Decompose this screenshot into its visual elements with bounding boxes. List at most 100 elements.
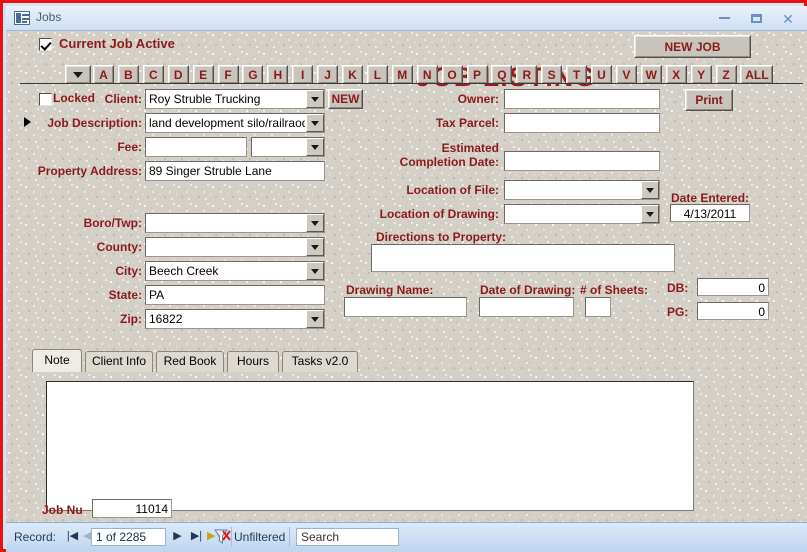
alpha-button-z[interactable]: Z bbox=[715, 65, 737, 84]
owner-input[interactable] bbox=[504, 89, 660, 109]
alpha-button-w[interactable]: W bbox=[640, 65, 662, 84]
chevron-down-icon[interactable] bbox=[641, 181, 659, 199]
alpha-button-label: G bbox=[243, 66, 263, 83]
pg-label: PG: bbox=[667, 305, 689, 319]
chevron-down-icon[interactable] bbox=[306, 262, 324, 280]
job-number-input[interactable]: 11014 bbox=[92, 499, 172, 518]
date-entered-label: Date Entered: bbox=[671, 191, 750, 205]
zip-combo[interactable]: 16822 bbox=[145, 309, 325, 329]
new-job-button[interactable]: NEW JOB bbox=[634, 35, 751, 58]
alpha-button-label: H bbox=[268, 66, 288, 83]
date-of-drawing-input[interactable] bbox=[479, 297, 574, 317]
alpha-button-a[interactable]: A bbox=[93, 65, 114, 84]
property-address-input[interactable]: 89 Singer Struble Lane bbox=[145, 161, 325, 181]
alpha-button-p[interactable]: P bbox=[466, 65, 488, 84]
tax-parcel-input[interactable] bbox=[504, 113, 660, 133]
fee-input[interactable] bbox=[145, 137, 247, 157]
alpha-button-label: U bbox=[592, 66, 611, 83]
db-input[interactable]: 0 bbox=[697, 278, 769, 296]
filter-off-icon[interactable] bbox=[213, 528, 231, 545]
job-description-combo[interactable]: land development silo/railraod tra bbox=[145, 113, 325, 133]
client-combo[interactable]: Roy Struble Trucking bbox=[145, 89, 325, 109]
alpha-button-h[interactable]: H bbox=[267, 65, 289, 84]
alpha-button-all[interactable]: ALL bbox=[740, 65, 774, 84]
alpha-button-s[interactable]: S bbox=[541, 65, 563, 84]
alpha-button-label: R bbox=[517, 66, 537, 83]
alpha-button-k[interactable]: K bbox=[342, 65, 363, 84]
alpha-button-n[interactable]: N bbox=[416, 65, 438, 84]
alpha-button-y[interactable]: Y bbox=[690, 65, 712, 84]
form-datasheet-icon bbox=[14, 11, 30, 25]
new-client-button[interactable]: NEW bbox=[328, 89, 363, 109]
alpha-button-label: V bbox=[616, 66, 636, 83]
alpha-button-d[interactable]: D bbox=[167, 65, 189, 84]
location-of-file-combo[interactable] bbox=[504, 180, 660, 200]
alpha-button-i[interactable]: I bbox=[292, 65, 314, 84]
tab-hours[interactable]: Hours bbox=[227, 351, 279, 372]
search-input[interactable]: Search bbox=[296, 528, 399, 546]
city-combo[interactable]: Beech Creek bbox=[145, 261, 325, 281]
tab-label: Hours bbox=[236, 354, 269, 368]
fee-type-combo[interactable] bbox=[251, 137, 325, 157]
chevron-down-icon[interactable] bbox=[306, 90, 324, 108]
alpha-button-g[interactable]: G bbox=[242, 65, 264, 84]
directions-input[interactable] bbox=[371, 244, 675, 272]
record-position-input[interactable]: 1 of 2285 bbox=[91, 528, 166, 546]
chevron-down-icon[interactable] bbox=[306, 138, 324, 156]
location-of-drawing-combo[interactable] bbox=[504, 204, 660, 224]
alpha-button-l[interactable]: L bbox=[366, 65, 388, 84]
alpha-button-b[interactable]: B bbox=[117, 65, 139, 84]
pg-input[interactable]: 0 bbox=[697, 302, 769, 320]
tab-red-book[interactable]: Red Book bbox=[156, 351, 224, 372]
alpha-button-e[interactable]: E bbox=[192, 65, 214, 84]
form-canvas: Current Job Active JOB LISTING NEW JOB A… bbox=[6, 31, 807, 522]
alpha-button-u[interactable]: U bbox=[591, 65, 612, 84]
maximize-button[interactable] bbox=[743, 10, 769, 28]
print-button[interactable]: Print bbox=[685, 89, 733, 111]
chevron-down-icon[interactable] bbox=[306, 310, 324, 328]
estimated-completion-input[interactable] bbox=[504, 151, 660, 171]
estimated-completion-label-line2: Completion Date: bbox=[399, 155, 499, 169]
sheets-input[interactable] bbox=[585, 297, 611, 317]
boro-twp-combo[interactable] bbox=[145, 213, 325, 233]
tab-tasks-v2-0[interactable]: Tasks v2.0 bbox=[282, 351, 358, 372]
next-record-icon[interactable]: ▶ bbox=[169, 528, 186, 545]
filter-status-label: Unfiltered bbox=[234, 530, 286, 544]
alpha-button-label: Q bbox=[492, 66, 512, 83]
location-of-drawing-label: Location of Drawing: bbox=[379, 207, 499, 221]
alpha-button-label: C bbox=[143, 66, 163, 83]
alpha-button-q[interactable]: Q bbox=[491, 65, 513, 84]
chevron-down-icon[interactable] bbox=[306, 214, 324, 232]
alpha-button-m[interactable]: M bbox=[391, 65, 413, 84]
alpha-button-v[interactable]: V bbox=[615, 65, 637, 84]
close-button[interactable]: ✕ bbox=[775, 10, 801, 28]
state-input[interactable]: PA bbox=[145, 285, 325, 305]
alpha-button-x[interactable]: X bbox=[665, 65, 687, 84]
directions-label: Directions to Property: bbox=[376, 230, 507, 244]
record-label: Record: bbox=[14, 530, 57, 544]
minimize-button[interactable] bbox=[711, 10, 737, 28]
title-bar: Jobs ✕ bbox=[6, 6, 807, 31]
county-combo[interactable] bbox=[145, 237, 325, 257]
tab-label: Client Info bbox=[91, 354, 147, 368]
drawing-name-input[interactable] bbox=[344, 297, 467, 317]
last-record-icon[interactable]: ▶| bbox=[188, 528, 205, 545]
chevron-down-icon[interactable] bbox=[306, 114, 324, 132]
alpha-button-o[interactable]: O bbox=[441, 65, 463, 84]
section-divider bbox=[20, 83, 803, 84]
tab-note[interactable]: Note bbox=[32, 349, 82, 372]
tab-client-info[interactable]: Client Info bbox=[85, 351, 153, 372]
chevron-down-icon[interactable] bbox=[306, 238, 324, 256]
alpha-button-r[interactable]: R bbox=[516, 65, 538, 84]
alpha-button-c[interactable]: C bbox=[142, 65, 164, 84]
alpha-button-t[interactable]: T bbox=[566, 65, 588, 84]
alpha-button-j[interactable]: J bbox=[317, 65, 339, 84]
alpha-button-f[interactable]: F bbox=[217, 65, 239, 84]
db-label: DB: bbox=[667, 281, 689, 295]
chevron-down-icon[interactable] bbox=[641, 205, 659, 223]
alpha-button-label: D bbox=[168, 66, 188, 83]
current-job-active-checkbox[interactable] bbox=[39, 38, 52, 51]
alpha-button-label: W bbox=[641, 66, 661, 83]
note-textarea[interactable] bbox=[46, 381, 694, 511]
alpha-dropdown-button[interactable] bbox=[65, 65, 91, 84]
